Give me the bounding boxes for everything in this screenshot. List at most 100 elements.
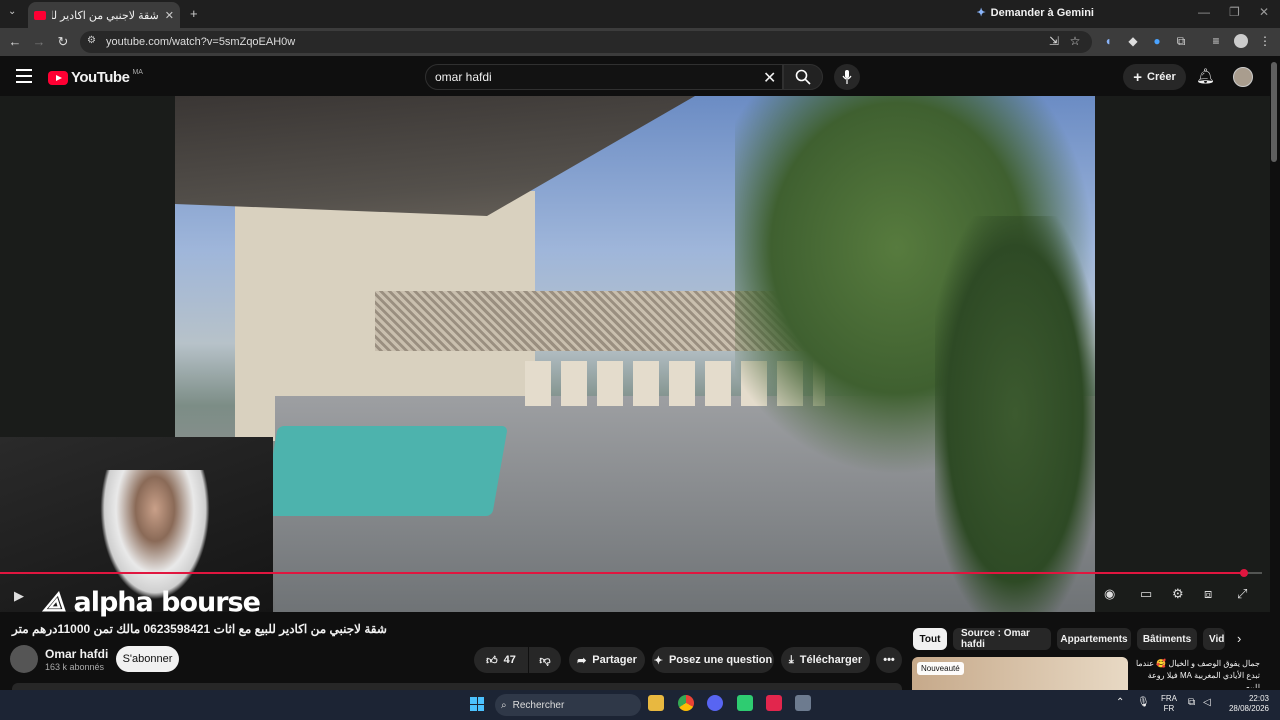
clock-date: 28/08/2026 xyxy=(1228,704,1269,713)
autoplay-toggle-icon[interactable]: ◉ xyxy=(1104,586,1115,602)
taskbar-search[interactable]: ⌕ Rechercher xyxy=(495,694,641,716)
keyboard-language[interactable]: FRA FR xyxy=(1161,694,1177,714)
channel-watermark: ⟁ alpha bourse xyxy=(42,587,261,619)
thumbs-up-icon: 👍︎ xyxy=(486,654,498,667)
clock-time: 22:03 xyxy=(1248,694,1269,703)
like-button[interactable]: 👍︎ 47 xyxy=(474,647,528,673)
youtube-play-logo-icon xyxy=(48,70,68,85)
chip-tout[interactable]: Tout xyxy=(913,628,947,650)
account-avatar[interactable] xyxy=(1233,67,1253,87)
watermark-logo-icon: ⟁ xyxy=(42,587,74,618)
create-label: Créer xyxy=(1147,71,1176,83)
new-tab-icon[interactable]: + xyxy=(190,6,198,21)
page-scrollbar[interactable] xyxy=(1271,62,1277,162)
subscriber-count: 163 k abonnés xyxy=(45,662,105,672)
play-icon[interactable]: ▶ xyxy=(14,588,24,604)
android-studio-icon[interactable] xyxy=(737,695,753,711)
progress-bar-fill[interactable] xyxy=(0,572,1244,574)
windows-start-icon[interactable] xyxy=(470,697,484,711)
close-window-icon[interactable]: ✕ xyxy=(1259,5,1269,19)
file-explorer-icon[interactable] xyxy=(648,695,664,711)
clear-search-icon[interactable]: ✕ xyxy=(763,68,776,88)
like-count: 47 xyxy=(503,654,516,666)
back-icon[interactable]: ← xyxy=(7,34,23,49)
restore-icon[interactable]: ❐ xyxy=(1229,5,1240,19)
channel-name[interactable]: Omar hafdi xyxy=(45,647,108,661)
gemini-button[interactable]: ✦ Demander à Gemini xyxy=(976,6,1094,20)
gemini-sparkle-icon: ✦ xyxy=(976,7,986,19)
share-arrow-icon: ➦ xyxy=(577,654,587,667)
tab-title: شقة لاجنبي من اكادير للبيع مع اثا xyxy=(52,9,159,22)
subscribe-button[interactable]: S'abonner xyxy=(116,646,179,672)
forward-icon[interactable]: → xyxy=(31,34,47,49)
new-badge: Nouveauté xyxy=(917,662,964,675)
notifications-icon[interactable]: 🔔︎ xyxy=(1196,67,1215,85)
chip-source[interactable]: Source : Omar hafdi xyxy=(953,628,1051,650)
miniplayer-icon[interactable]: ⧈ xyxy=(1204,586,1212,602)
volume-icon[interactable]: ◁ xyxy=(1203,697,1211,708)
chip-appartements[interactable]: Appartements xyxy=(1057,628,1131,650)
progress-scrubber[interactable] xyxy=(1240,569,1248,577)
chevron-right-icon[interactable]: › xyxy=(1237,631,1241,646)
browser-menu-icon[interactable]: ⋮ xyxy=(1257,34,1273,48)
chip-videos[interactable]: Vid xyxy=(1203,628,1225,650)
chrome-icon[interactable] xyxy=(678,695,694,711)
network-icon[interactable]: ⧉ xyxy=(1188,697,1195,708)
calculator-icon[interactable] xyxy=(795,695,811,711)
gemini-label: Demander à Gemini xyxy=(990,6,1094,19)
dislike-button[interactable]: 👎︎ xyxy=(529,647,561,673)
bookmark-star-icon[interactable]: ☆ xyxy=(1067,34,1083,48)
share-label: Partager xyxy=(592,654,637,666)
discord-icon[interactable] xyxy=(707,695,723,711)
voice-search-button[interactable] xyxy=(834,64,860,90)
download-icon: ⤓ xyxy=(788,653,794,666)
address-bar[interactable]: youtube.com/watch?v=5smZqoEAH0w xyxy=(80,31,1092,53)
extension-diamond-icon[interactable]: ◆ xyxy=(1125,34,1141,48)
lang-bottom: FR xyxy=(1163,704,1175,713)
site-info-icon[interactable]: ⚙ xyxy=(87,35,96,46)
share-button[interactable]: ➦ Partager xyxy=(569,647,645,673)
tab-search-icon[interactable]: ≡ xyxy=(1208,34,1224,48)
tray-chevron-icon[interactable]: ⌃ xyxy=(1116,697,1124,708)
extension-shield-icon[interactable]: ● xyxy=(1149,34,1165,48)
install-app-icon[interactable]: ⇲ xyxy=(1046,34,1062,48)
channel-avatar[interactable] xyxy=(10,645,38,673)
browser-tab-active[interactable]: شقة لاجنبي من اكادير للبيع مع اثا ✕ xyxy=(28,2,180,28)
more-actions-button[interactable]: ••• xyxy=(876,647,902,673)
tab-list-icon[interactable]: ⌄ xyxy=(8,6,16,17)
watermark-text: alpha bourse xyxy=(73,587,260,618)
create-button[interactable]: + Créer xyxy=(1123,64,1186,90)
taskbar-search-label: Rechercher xyxy=(512,699,565,711)
recommendation-title[interactable]: جمال يفوق الوصف و الخيال 🥰 عندما تبدع ال… xyxy=(1134,658,1260,688)
turquoise-table-scene xyxy=(262,426,508,516)
tray-mic-icon[interactable]: 🎙︎ xyxy=(1137,697,1150,708)
ask-label: Posez une question xyxy=(668,654,773,666)
download-label: Télécharger xyxy=(799,654,863,666)
minimize-icon[interactable]: — xyxy=(1198,5,1210,19)
menu-icon[interactable] xyxy=(16,69,32,87)
red-app-icon[interactable] xyxy=(766,695,782,711)
subtitles-icon[interactable]: ▭ xyxy=(1140,586,1152,602)
download-button[interactable]: ⤓ Télécharger xyxy=(781,647,870,673)
youtube-logo[interactable]: YouTube MA xyxy=(48,69,143,86)
ask-question-button[interactable]: ✦ Posez une question xyxy=(652,647,774,673)
settings-gear-icon[interactable]: ⚙ xyxy=(1172,586,1184,602)
fullscreen-icon[interactable]: ⤢ xyxy=(1237,586,1247,602)
lang-top: FRA xyxy=(1161,694,1177,703)
chip-batiments[interactable]: Bâtiments xyxy=(1137,628,1197,650)
tab-close-icon[interactable]: ✕ xyxy=(165,9,174,22)
plants-right-scene xyxy=(935,216,1095,612)
reload-icon[interactable]: ↻ xyxy=(55,34,71,50)
system-clock[interactable]: 22:03 28/08/2026 xyxy=(1225,694,1269,714)
plus-icon: + xyxy=(1133,68,1142,86)
sparkle-icon: ✦ xyxy=(653,654,663,667)
search-button[interactable] xyxy=(783,64,823,90)
extensions-puzzle-icon[interactable]: ⧉ xyxy=(1173,34,1189,49)
microphone-icon xyxy=(842,70,852,84)
more-horizontal-icon: ••• xyxy=(883,654,895,666)
search-value: omar hafdi xyxy=(435,70,492,84)
profile-avatar-icon[interactable] xyxy=(1234,34,1248,48)
search-input[interactable]: omar hafdi xyxy=(425,64,783,90)
video-frame[interactable] xyxy=(175,96,1095,612)
extension-audio-icon[interactable]: ◖ xyxy=(1100,34,1116,48)
